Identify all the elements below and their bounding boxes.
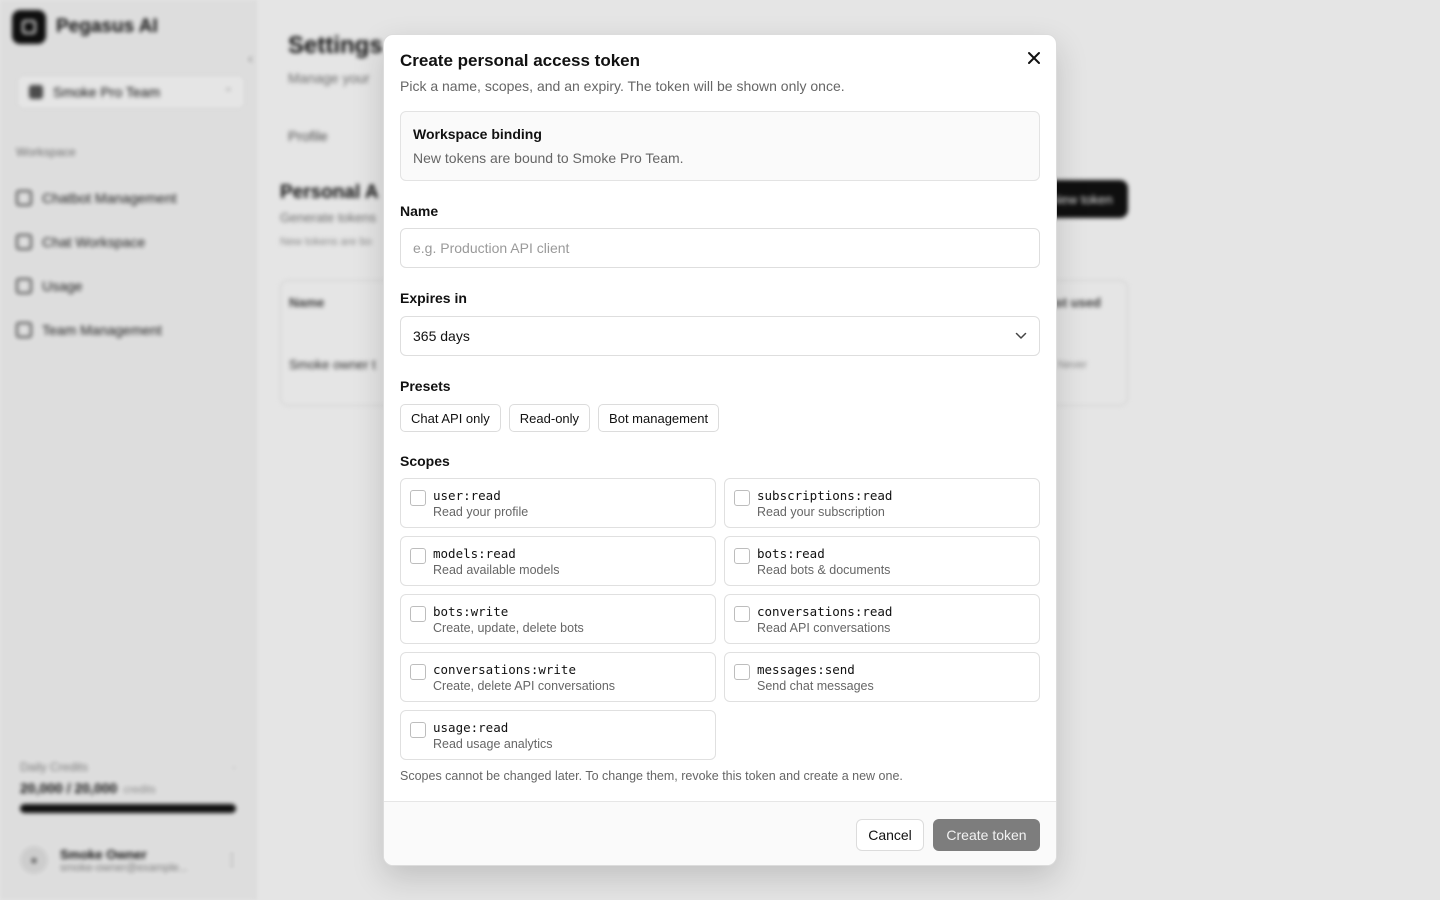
chevron-down-icon <box>1015 332 1027 340</box>
scope-description: Read usage analytics <box>433 737 553 751</box>
presets-group: Chat API only Read-only Bot management <box>400 404 720 432</box>
scope-name: models:read <box>433 546 516 561</box>
scope-name: bots:read <box>757 546 825 561</box>
scope-name: bots:write <box>433 604 509 619</box>
scope-name: conversations:write <box>433 662 576 677</box>
scopes-label: Scopes <box>400 453 450 469</box>
scope-name: messages:send <box>757 662 855 677</box>
scope-checkbox[interactable] <box>410 548 426 564</box>
scope-checkbox[interactable] <box>410 722 426 738</box>
presets-label: Presets <box>400 378 451 394</box>
binding-title: Workspace binding <box>413 126 542 142</box>
dialog-title: Create personal access token <box>400 51 641 70</box>
scope-checkbox[interactable] <box>410 490 426 506</box>
cancel-button[interactable]: Cancel <box>856 819 924 851</box>
scope-name: usage:read <box>433 720 509 735</box>
scopes-grid: user:read Read your profile subscription… <box>400 478 1040 760</box>
expiry-value: 365 days <box>413 328 470 344</box>
scope-name: user:read <box>433 488 501 503</box>
scope-description: Create, update, delete bots <box>433 621 584 635</box>
scope-name: subscriptions:read <box>757 488 893 503</box>
preset-bot-management-button[interactable]: Bot management <box>598 404 720 432</box>
scope-checkbox[interactable] <box>734 606 750 622</box>
scope-option-conversations-write[interactable]: conversations:write Create, delete API c… <box>400 652 716 702</box>
scope-description: Read your profile <box>433 505 529 519</box>
workspace-binding-notice: Workspace binding New tokens are bound t… <box>400 111 1040 181</box>
binding-text: New tokens are bound to Smoke Pro Team. <box>413 150 684 166</box>
scope-checkbox[interactable] <box>410 664 426 680</box>
scope-description: Send chat messages <box>757 679 874 693</box>
scope-name: conversations:read <box>757 604 893 619</box>
expires-label: Expires in <box>400 290 467 306</box>
scope-checkbox[interactable] <box>734 490 750 506</box>
scope-option-bots-read[interactable]: bots:read Read bots & documents <box>724 536 1040 586</box>
close-icon <box>1028 52 1040 64</box>
scope-option-subscriptions-read[interactable]: subscriptions:read Read your subscriptio… <box>724 478 1040 528</box>
scope-checkbox[interactable] <box>410 606 426 622</box>
preset-chat-api-only-button[interactable]: Chat API only <box>400 404 501 432</box>
preset-read-only-button[interactable]: Read-only <box>508 404 591 432</box>
scope-description: Read your subscription <box>757 505 885 519</box>
scope-description: Read bots & documents <box>757 563 891 577</box>
scope-option-messages-send[interactable]: messages:send Send chat messages <box>724 652 1040 702</box>
scope-checkbox[interactable] <box>734 548 750 564</box>
dialog-description: Pick a name, scopes, and an expiry. The … <box>400 78 845 94</box>
scope-option-bots-write[interactable]: bots:write Create, update, delete bots <box>400 594 716 644</box>
scope-option-models-read[interactable]: models:read Read available models <box>400 536 716 586</box>
create-token-button[interactable]: Create token <box>933 819 1040 851</box>
dialog-footer: Cancel Create token <box>384 801 1056 865</box>
scopes-note: Scopes cannot be changed later. To chang… <box>400 769 903 783</box>
scope-option-usage-read[interactable]: usage:read Read usage analytics <box>400 710 716 760</box>
scope-description: Create, delete API conversations <box>433 679 616 693</box>
scope-description: Read API conversations <box>757 621 891 635</box>
name-label: Name <box>400 203 439 219</box>
token-name-input[interactable] <box>400 228 1040 268</box>
scope-option-user-read[interactable]: user:read Read your profile <box>400 478 716 528</box>
scope-option-conversations-read[interactable]: conversations:read Read API conversation… <box>724 594 1040 644</box>
expiry-select[interactable]: 365 days <box>400 316 1040 356</box>
close-button[interactable] <box>1024 48 1044 68</box>
scope-checkbox[interactable] <box>734 664 750 680</box>
create-token-dialog: Create personal access token Pick a name… <box>383 34 1057 866</box>
scope-description: Read available models <box>433 563 560 577</box>
